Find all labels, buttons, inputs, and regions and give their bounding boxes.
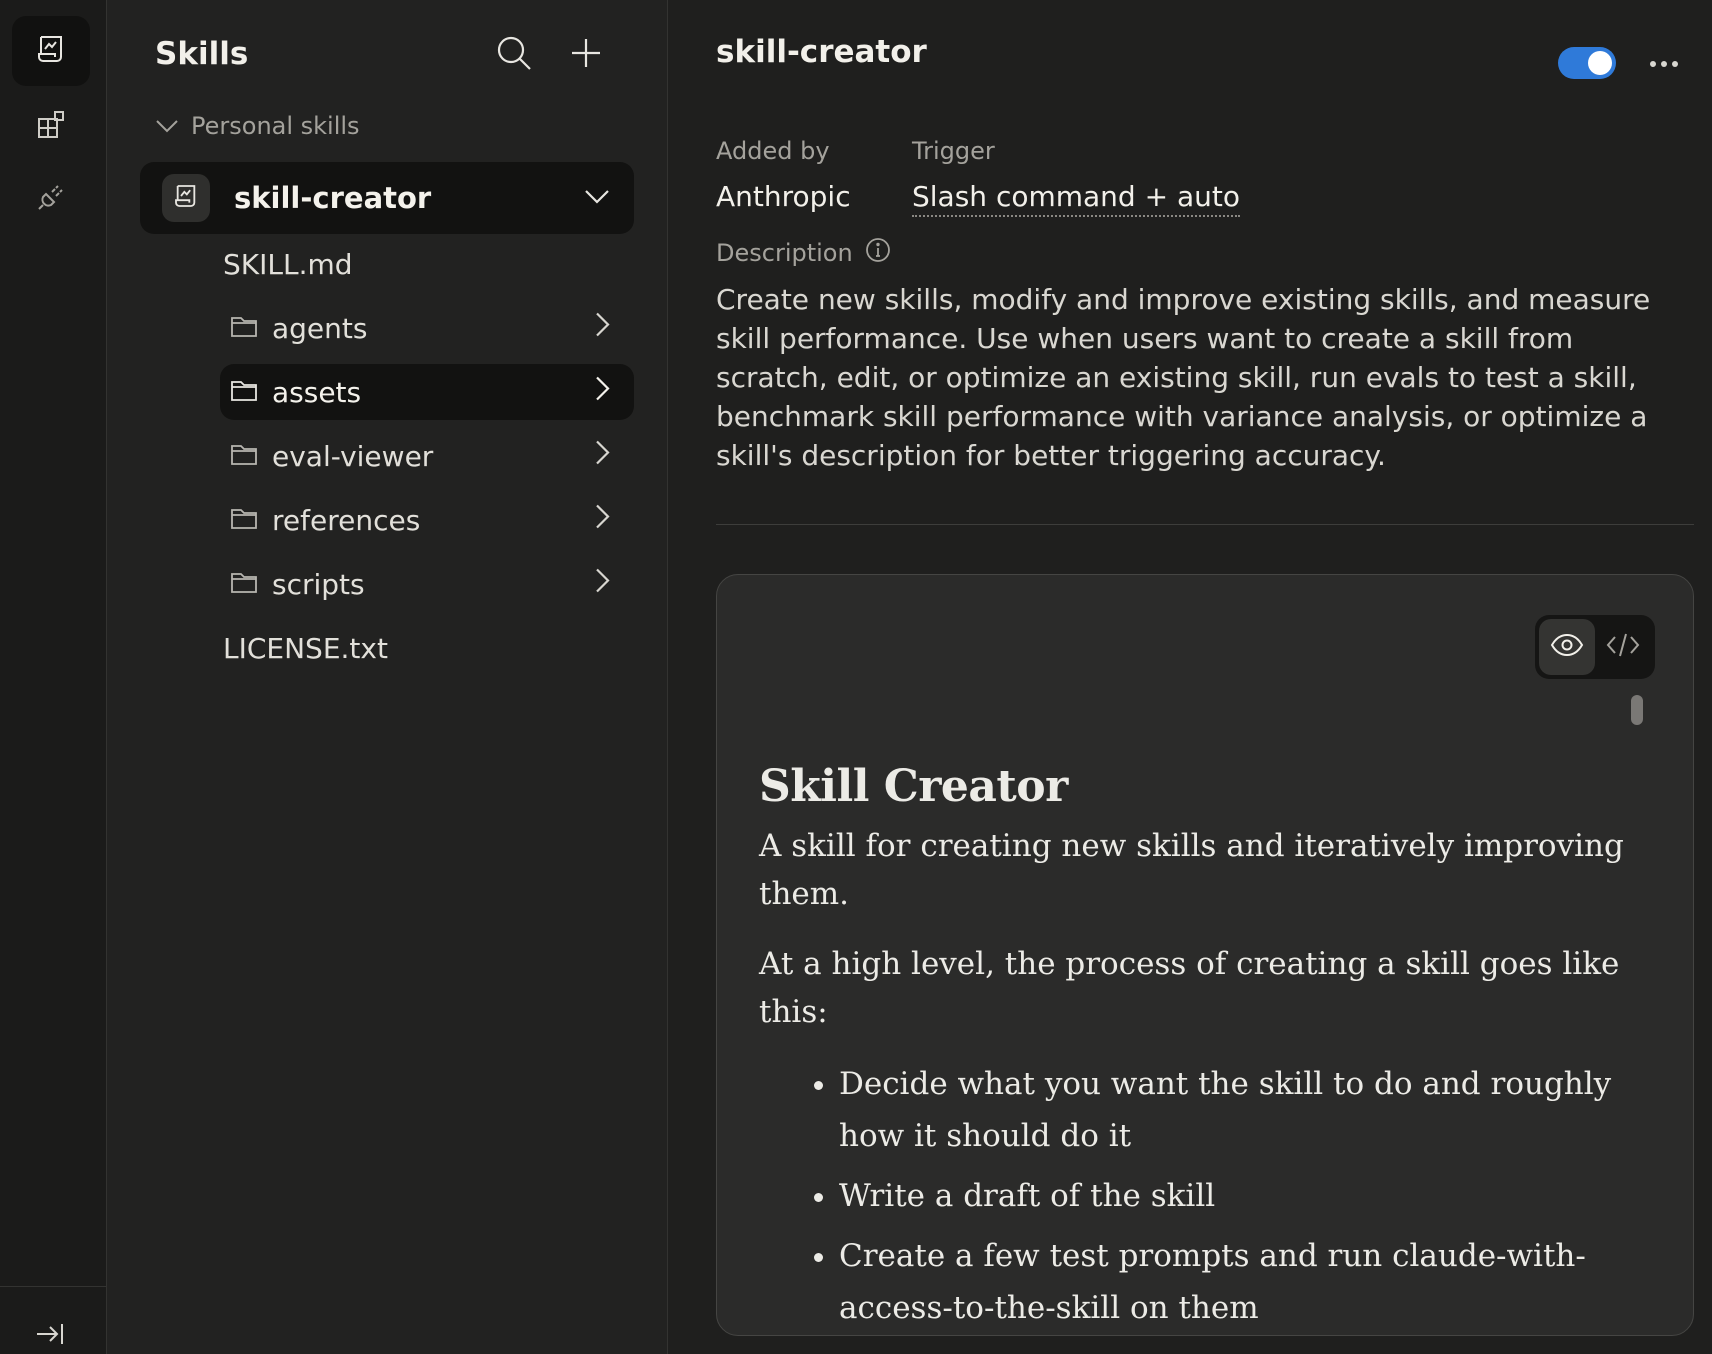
- collapse-sidebar-button[interactable]: [30, 1318, 70, 1354]
- chevron-right-icon: [594, 312, 610, 345]
- skill-md-preview: Skill Creator A skill for creating new s…: [716, 574, 1694, 1336]
- folder-agents[interactable]: agents: [220, 300, 634, 356]
- trigger-label: Trigger: [912, 137, 995, 165]
- info-icon[interactable]: [865, 237, 891, 269]
- plus-icon: [569, 39, 603, 76]
- personal-skills-section-toggle[interactable]: Personal skills: [155, 112, 360, 140]
- folder-scripts[interactable]: scripts: [220, 556, 634, 612]
- file-label: SKILL.md: [223, 247, 353, 281]
- folder-icon: [230, 376, 258, 409]
- folder-assets[interactable]: assets: [220, 364, 634, 420]
- folder-icon: [230, 568, 258, 601]
- file-label: LICENSE.txt: [223, 631, 388, 665]
- section-label: Personal skills: [191, 112, 360, 140]
- preview-scrollbar[interactable]: [1631, 695, 1643, 725]
- app-rail: [0, 0, 107, 1354]
- folder-icon: [230, 504, 258, 537]
- list-item: Create a few test prompts and run claude…: [839, 1230, 1629, 1334]
- rail-connectors-button[interactable]: [12, 92, 90, 162]
- description-label: Description: [716, 239, 853, 267]
- chevron-down-icon: [155, 112, 179, 140]
- folder-label: assets: [272, 375, 362, 409]
- added-by-label: Added by: [716, 137, 830, 165]
- folder-label: scripts: [272, 567, 365, 601]
- search-icon: [495, 36, 533, 76]
- skill-item-skill-creator[interactable]: skill-creator: [140, 162, 634, 234]
- folder-label: references: [272, 503, 421, 537]
- panel-title: Skills: [155, 36, 249, 72]
- file-license-txt[interactable]: LICENSE.txt: [223, 620, 388, 676]
- dot: [1650, 61, 1656, 67]
- doc-lead: At a high level, the process of creating…: [759, 946, 1620, 1030]
- chevron-right-icon: [594, 376, 610, 409]
- add-skill-button[interactable]: [569, 34, 603, 76]
- folder-icon: [230, 440, 258, 473]
- dot: [1672, 61, 1678, 67]
- added-by-value: Anthropic: [716, 180, 851, 213]
- view-mode-toggle: [1535, 615, 1655, 679]
- folder-label: agents: [272, 311, 368, 345]
- scroll-icon: [33, 31, 69, 71]
- description-header: Description: [716, 237, 891, 269]
- list-item: Decide what you want the skill to do and…: [839, 1058, 1629, 1162]
- chevron-right-icon: [594, 504, 610, 537]
- chevron-down-icon[interactable]: [584, 188, 610, 208]
- skill-icon-box: [162, 174, 210, 222]
- search-button[interactable]: [495, 34, 533, 76]
- description-text: Create new skills, modify and improve ex…: [716, 283, 1651, 472]
- rail-divider: [0, 1286, 106, 1287]
- skill-enabled-toggle[interactable]: [1558, 47, 1616, 79]
- chevron-right-icon: [594, 568, 610, 601]
- skill-title: skill-creator: [716, 34, 927, 70]
- preview-eye-icon: [1550, 633, 1584, 661]
- collapse-arrow-icon: [34, 1320, 66, 1352]
- file-skill-md[interactable]: SKILL.md: [223, 236, 353, 292]
- rail-skills-button[interactable]: [12, 16, 90, 86]
- plug-icon: [34, 180, 68, 218]
- code-mode-button[interactable]: [1595, 619, 1651, 675]
- blocks-icon: [34, 108, 68, 146]
- doc-bullet-list: Decide what you want the skill to do and…: [759, 1058, 1629, 1334]
- folder-label: eval-viewer: [272, 439, 434, 473]
- toggle-knob: [1588, 51, 1612, 75]
- rail-plugins-button[interactable]: [12, 164, 90, 234]
- preview-mode-button[interactable]: [1539, 619, 1595, 675]
- dot: [1661, 61, 1667, 67]
- rendered-markdown: Skill Creator A skill for creating new s…: [759, 761, 1629, 1335]
- doc-heading: Skill Creator: [759, 761, 1068, 812]
- doc-intro: A skill for creating new skills and iter…: [759, 828, 1624, 912]
- skills-panel: Skills Personal skills skill-creator SKI…: [107, 0, 668, 1354]
- skill-name: skill-creator: [234, 181, 432, 215]
- folder-eval-viewer[interactable]: eval-viewer: [220, 428, 634, 484]
- skill-detail: skill-creator Added by Anthropic Trigger…: [668, 0, 1712, 1354]
- trigger-value[interactable]: Slash command + auto: [912, 180, 1240, 217]
- divider: [716, 524, 1694, 525]
- chevron-right-icon: [594, 440, 610, 473]
- scroll-icon: [171, 181, 201, 215]
- folder-icon: [230, 312, 258, 345]
- more-options-button[interactable]: [1644, 50, 1684, 78]
- list-item: Write a draft of the skill: [839, 1170, 1629, 1222]
- code-icon: [1606, 632, 1640, 662]
- folder-references[interactable]: references: [220, 492, 634, 548]
